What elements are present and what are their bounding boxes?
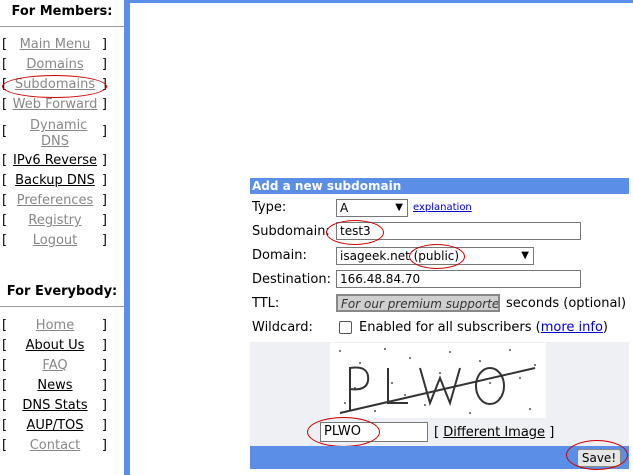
- members-section-title: For Members:: [11, 4, 113, 19]
- captcha-input[interactable]: PLWO: [320, 422, 428, 442]
- bracket-right: ]: [101, 438, 107, 453]
- wildcard-label: Wildcard:: [252, 320, 313, 335]
- bracket-left: [: [2, 173, 8, 188]
- add-subdomain-form: Add a new subdomain Type: A ▼ explanatio…: [250, 178, 629, 470]
- bracket-left: [: [2, 37, 8, 52]
- bracket-right: ]: [101, 77, 107, 92]
- destination-row: Destination: 166.48.84.70: [250, 268, 629, 292]
- sidebar-item-label[interactable]: FAQ: [12, 358, 98, 374]
- bracket-right: ]: [101, 233, 107, 248]
- explanation-link[interactable]: explanation: [413, 202, 472, 213]
- sidebar-item-label[interactable]: Preferences: [12, 193, 98, 209]
- members-divider: [0, 26, 124, 27]
- bracket-left: [: [2, 418, 8, 433]
- captcha-area: PLWO [ Different Image ]: [250, 342, 629, 446]
- sidebar-item-label[interactable]: Dynamic DNS: [30, 118, 87, 150]
- bracket-left: [: [2, 378, 8, 393]
- save-button[interactable]: Save!: [577, 449, 621, 467]
- destination-value: 166.48.84.70: [340, 272, 421, 286]
- sidebar-item-label[interactable]: Home: [12, 318, 98, 334]
- subdomain-label: Subdomain:: [252, 224, 330, 239]
- ttl-row: TTL: For our premium supporter seconds (…: [250, 292, 629, 316]
- bracket-right: ]: [101, 358, 107, 373]
- subdomain-value: test3: [340, 224, 371, 238]
- bracket-left: [: [2, 57, 8, 72]
- more-info-link[interactable]: more info: [541, 320, 603, 335]
- everybody-divider: [0, 306, 124, 307]
- bracket-left: [: [2, 318, 8, 333]
- wildcard-row: Wildcard: Enabled for all subscribers (m…: [250, 316, 629, 340]
- bracket-right: ]: [101, 193, 107, 208]
- type-row: Type: A ▼ explanation: [250, 196, 629, 220]
- ttl-placeholder: For our premium supporter: [341, 297, 500, 311]
- destination-label: Destination:: [252, 272, 331, 287]
- bracket-right: ]: [101, 418, 107, 433]
- domain-value: isageek.net (public): [340, 249, 460, 263]
- domain-select[interactable]: isageek.net (public) ▼: [336, 247, 534, 265]
- sidebar-item-label[interactable]: Subdomains: [12, 77, 98, 93]
- destination-input[interactable]: 166.48.84.70: [336, 270, 581, 288]
- ttl-label: TTL:: [252, 296, 280, 311]
- sidebar-item-label[interactable]: Contact: [12, 438, 98, 454]
- bracket-right: ]: [101, 57, 107, 72]
- sidebar-item-label[interactable]: DNS Stats: [12, 398, 98, 414]
- bracket-right: ]: [101, 378, 107, 393]
- captcha-value: PLWO: [324, 424, 361, 439]
- form-header: Add a new subdomain: [250, 178, 629, 194]
- sidebar-item-label[interactable]: Domains: [12, 57, 98, 73]
- ttl-input[interactable]: For our premium supporter: [336, 294, 500, 312]
- sidebar-divider: [124, 0, 130, 475]
- form-footer: Save!: [250, 446, 629, 469]
- bracket-right: ]: [101, 124, 107, 139]
- sidebar-item-label[interactable]: News: [12, 378, 98, 394]
- chevron-down-icon: ▼: [395, 202, 403, 213]
- type-select[interactable]: A ▼: [336, 199, 408, 217]
- top-border: [130, 0, 633, 3]
- bracket-left: [: [2, 77, 8, 92]
- sidebar-item-label[interactable]: IPv6 Reverse: [12, 153, 98, 169]
- bracket-left: [: [2, 153, 8, 168]
- bracket-left: [: [2, 338, 8, 353]
- ttl-suffix: seconds (optional): [506, 296, 627, 311]
- sidebar-item-label[interactable]: About Us: [12, 338, 98, 354]
- domain-row: Domain: isageek.net (public) ▼: [250, 244, 629, 268]
- sidebar-item-label[interactable]: AUP/TOS: [12, 418, 98, 434]
- type-label: Type:: [252, 200, 287, 215]
- different-image-link[interactable]: [ Different Image ]: [434, 425, 554, 440]
- bracket-left: [: [2, 358, 8, 373]
- subdomain-input[interactable]: test3: [336, 222, 581, 240]
- bracket-left: [: [2, 438, 8, 453]
- sidebar-item-label[interactable]: Backup DNS: [12, 173, 98, 189]
- type-value: A: [340, 201, 349, 215]
- bracket-right: ]: [101, 398, 107, 413]
- bracket-left: [: [2, 213, 8, 228]
- bracket-right: ]: [101, 338, 107, 353]
- bracket-right: ]: [101, 318, 107, 333]
- sidebar-item-label[interactable]: Main Menu: [12, 37, 98, 53]
- bracket-left: [: [2, 193, 8, 208]
- bracket-right: ]: [101, 37, 107, 52]
- sidebar: For Members: [ Main Menu ] [ Domains ] […: [0, 0, 124, 475]
- checkbox-icon[interactable]: [339, 321, 352, 334]
- wildcard-text: Enabled for all subscribers (more info): [359, 320, 608, 335]
- bracket-right: ]: [101, 97, 107, 112]
- sidebar-item-label[interactable]: Web Forward: [12, 97, 98, 113]
- bracket-left: [: [2, 233, 8, 248]
- bracket-left: [: [2, 124, 8, 139]
- bracket-right: ]: [101, 213, 107, 228]
- chevron-down-icon: ▼: [521, 250, 529, 261]
- domain-label: Domain:: [252, 248, 307, 263]
- captcha-image: [330, 343, 546, 418]
- bracket-right: ]: [101, 153, 107, 168]
- bracket-right: ]: [101, 173, 107, 188]
- bracket-left: [: [2, 97, 8, 112]
- subdomain-row: Subdomain: test3: [250, 220, 629, 244]
- sidebar-item-label[interactable]: Logout: [12, 233, 98, 249]
- bracket-left: [: [2, 398, 8, 413]
- everybody-section-title: For Everybody:: [6, 284, 118, 299]
- sidebar-item-label[interactable]: Registry: [12, 213, 98, 229]
